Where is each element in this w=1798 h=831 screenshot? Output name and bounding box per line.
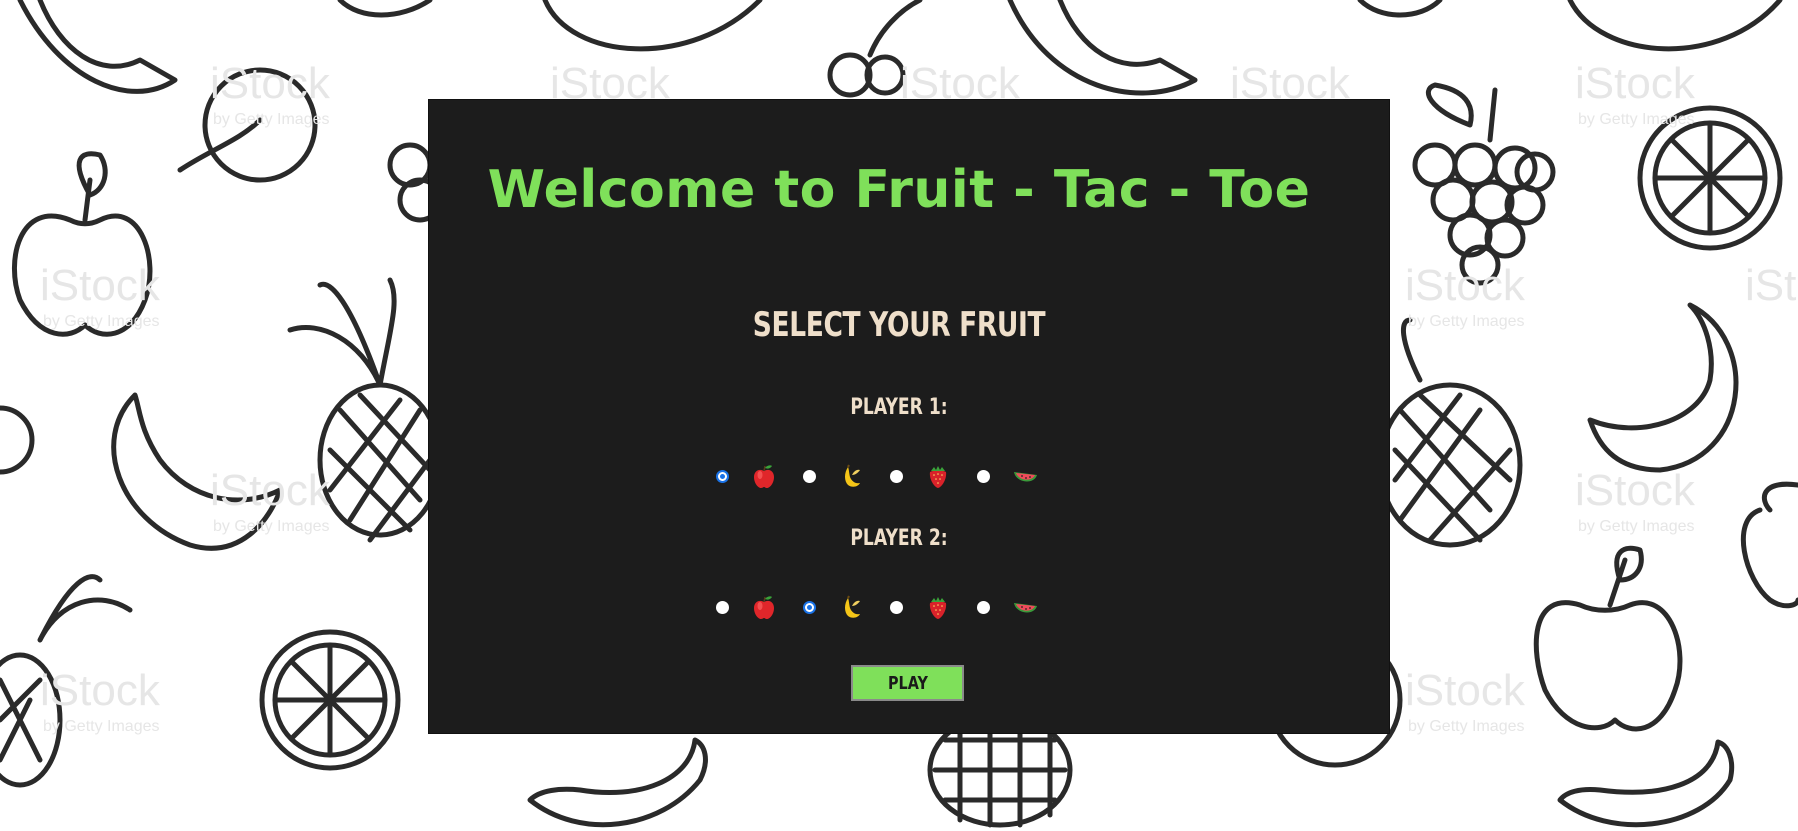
apple-icon [754,596,774,619]
svg-text:iStock: iStock [40,261,161,310]
watermelon-icon [1014,603,1037,613]
strawberry-icon [929,597,947,619]
svg-text:iStock: iStock [210,59,331,108]
player-2-option-strawberry[interactable] [890,594,951,620]
player-1-fruit-options [716,463,1038,489]
svg-text:by Getty Images: by Getty Images [43,718,160,735]
watermelon-outline-icon [542,0,763,52]
player-2-radio-banana[interactable] [803,600,816,614]
select-fruit-heading: SELECT YOUR FRUIT [752,305,1046,345]
page-title: Welcome to Fruit - Tac - Toe [487,160,1311,220]
player-2-label: PLAYER 2: [850,526,948,551]
svg-text:by Getty Images: by Getty Images [1578,111,1695,128]
svg-text:by Getty Images: by Getty Images [213,111,330,128]
player-1-radio-watermelon[interactable] [977,469,990,483]
player-1-option-banana[interactable] [803,463,864,489]
watermelon-outline-icon [17,0,178,94]
player-1-radio-apple[interactable] [716,469,729,483]
svg-text:iStock: iStock [210,466,331,515]
watermelon-outline-icon [1567,0,1783,52]
svg-text:by Getty Images: by Getty Images [1408,718,1525,735]
banana-icon [845,464,860,487]
strawberry-icon [929,466,947,488]
svg-text:iStock: iStock [1405,666,1526,715]
banana-outline-icon [1587,302,1739,473]
player-1-option-apple[interactable] [716,463,777,489]
apple-icon [754,465,774,488]
svg-text:iStock: iStock [1405,261,1526,310]
svg-text:by Getty Images: by Getty Images [43,313,160,330]
player-1-radio-strawberry[interactable] [890,469,903,483]
svg-text:iStock: iStock [40,666,161,715]
play-button-label: PLAY [887,672,928,694]
player-1-label: PLAYER 1: [850,395,948,420]
play-button[interactable]: PLAY [851,665,964,701]
player-2-radio-apple[interactable] [716,600,729,614]
svg-text:iStock: iStock [1745,261,1798,310]
player-1-option-watermelon[interactable] [977,463,1038,489]
svg-text:iStock: iStock [1575,59,1696,108]
player-2-option-watermelon[interactable] [977,594,1038,620]
player-2-option-apple[interactable] [716,594,777,620]
watermelon-icon [1014,472,1037,482]
player-2-radio-watermelon[interactable] [977,600,990,614]
svg-text:iStock: iStock [1575,466,1696,515]
player-2-option-banana[interactable] [803,594,864,620]
player-2-fruit-options [716,594,1038,620]
player-1-option-strawberry[interactable] [890,463,951,489]
watermelon-outline-icon [1007,0,1198,96]
banana-icon [845,595,860,618]
grapes-outline-icon [827,52,873,98]
player-1-radio-banana[interactable] [803,469,816,483]
player-2-radio-strawberry[interactable] [890,600,903,614]
apple-outline-icon [1533,600,1683,732]
